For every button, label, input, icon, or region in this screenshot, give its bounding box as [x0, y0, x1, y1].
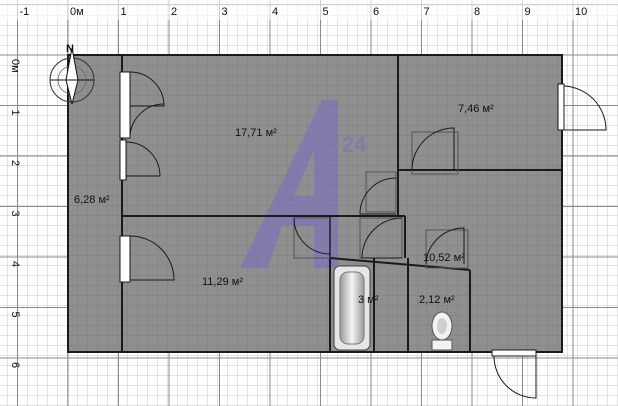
ruler-tick-label: 3 — [9, 211, 21, 217]
toilet — [431, 311, 453, 351]
room-area-label[interactable]: 11,29 м² — [202, 276, 243, 288]
ruler-tick-label: 2 — [9, 160, 21, 166]
ruler-tick-label: 1 — [121, 6, 127, 18]
ruler-tick-label: 0м — [70, 6, 84, 18]
ruler-tick-label: 7 — [424, 6, 430, 18]
ruler-tick-label: 5 — [323, 6, 329, 18]
ruler-tick-label: 9 — [525, 6, 531, 18]
room-area-label[interactable]: 6,28 м² — [74, 194, 110, 206]
ruler-tick-label: 2 — [171, 6, 177, 18]
ruler-tick-label: 6 — [373, 6, 379, 18]
compass-north-label: N — [66, 43, 74, 55]
ruler-tick-label: 4 — [272, 6, 278, 18]
ruler-tick-label: 5 — [9, 312, 21, 318]
ruler-tick-label: 1 — [9, 110, 21, 116]
ruler-tick-label: 8 — [474, 6, 480, 18]
ruler-tick-label: 6 — [9, 362, 21, 368]
floor-plan-canvas[interactable]: 24 N 17,71 м² 7,46 м² 6,28 м² 11,29 м² 1… — [0, 0, 618, 406]
ruler-tick-label: 3 — [222, 6, 228, 18]
room-area-label[interactable]: 10,52 м² — [423, 252, 465, 264]
top-ruler: -1 0м 1 2 3 4 5 6 7 8 9 10 — [0, 0, 618, 20]
bathtub — [333, 265, 371, 351]
floor-plan-editor: 24 N 17,71 м² 7,46 м² 6,28 м² 11,29 м² 1… — [0, 0, 618, 406]
room-area-label[interactable]: 2,12 м² — [419, 294, 455, 306]
watermark-badge: 24 — [342, 132, 367, 157]
room-area-label[interactable]: 7,46 м² — [458, 103, 494, 115]
room-area-label[interactable]: 3 м² — [358, 294, 379, 306]
ruler-tick-label: 10 — [575, 6, 587, 18]
room-area-label[interactable]: 17,71 м² — [235, 127, 277, 139]
ruler-tick-label: -1 — [20, 6, 30, 18]
ruler-tick-label: 4 — [9, 261, 21, 267]
ruler-tick-label: 0м — [9, 59, 21, 73]
